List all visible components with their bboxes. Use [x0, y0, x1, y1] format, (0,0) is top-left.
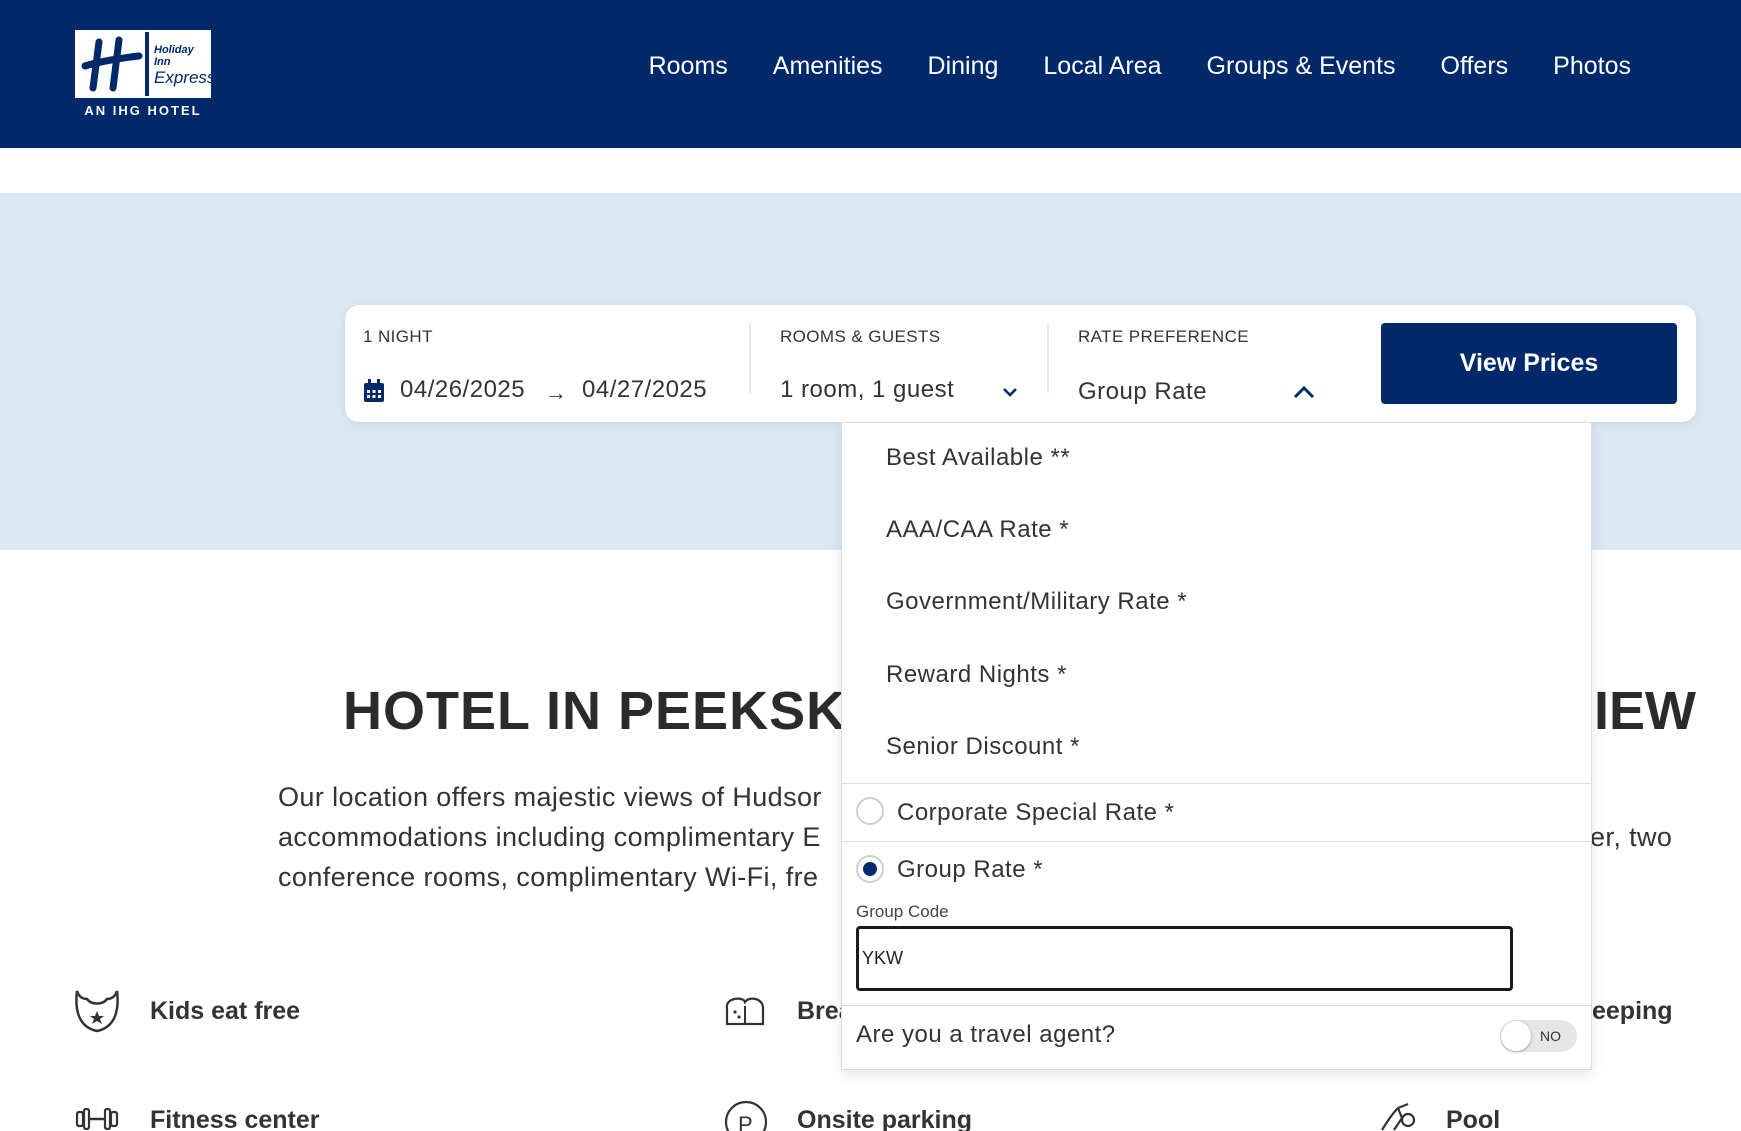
intro-paragraph-fragment: er, two	[1590, 822, 1673, 852]
amenity-fitness-center: Fitness center	[150, 1106, 320, 1131]
corporate-rate-label[interactable]: Corporate Special Rate *	[897, 799, 1174, 827]
rate-preference-label: RATE PREFERENCE	[1078, 327, 1249, 346]
logo-line2: Express	[154, 68, 216, 87]
site-header: Holiday Inn Express AN IHG HOTEL Rooms A…	[0, 0, 1741, 148]
divider	[842, 783, 1591, 784]
toggle-state-label: NO	[1540, 1028, 1561, 1044]
rate-option-senior-discount[interactable]: Senior Discount *	[886, 733, 1080, 761]
group-rate-radio[interactable]	[856, 855, 884, 883]
nav-photos[interactable]: Photos	[1553, 52, 1631, 81]
date-arrow-icon: →	[545, 380, 567, 405]
nav-local-area[interactable]: Local Area	[1043, 52, 1161, 81]
nav-offers[interactable]: Offers	[1441, 52, 1509, 81]
pool-swimmer-icon	[1378, 1102, 1418, 1131]
rate-preference-dropdown: Best Available ** AAA/CAA Rate * Governm…	[841, 422, 1592, 1070]
breakfast-bread-icon	[723, 994, 767, 1033]
checkout-date[interactable]: 04/27/2025	[582, 376, 707, 404]
travel-agent-question: Are you a travel agent?	[856, 1021, 1116, 1048]
logo-h-mark-icon	[77, 32, 145, 96]
rate-preference-select[interactable]: Group Rate	[1078, 378, 1207, 406]
logo-wordmark: Holiday Inn Express	[147, 32, 216, 96]
checkin-date[interactable]: 04/26/2025	[400, 376, 525, 404]
nights-label: 1 NIGHT	[363, 327, 433, 346]
logo-tagline: AN IHG HOTEL	[84, 103, 202, 118]
separator	[1047, 323, 1049, 393]
rate-option-reward-nights[interactable]: Reward Nights *	[886, 661, 1067, 689]
booking-widget: 1 NIGHT 04/26/2025 → 04/27/2025 ROOMS & …	[345, 305, 1696, 422]
divider	[842, 841, 1591, 842]
logo-line1: Holiday Inn	[154, 44, 194, 68]
group-code-label: Group Code	[856, 902, 949, 921]
chevron-up-icon[interactable]	[1293, 385, 1315, 404]
separator	[749, 323, 751, 393]
intro-paragraph-line: Our location offers majestic views of Hu…	[278, 782, 822, 812]
dumbbell-icon	[75, 1107, 119, 1131]
main-nav: Rooms Amenities Dining Local Area Groups…	[649, 52, 1631, 81]
intro-paragraph-line: conference rooms, complimentary Wi-Fi, f…	[278, 862, 819, 892]
amenity-onsite-parking: Onsite parking	[797, 1106, 973, 1131]
nav-dining[interactable]: Dining	[928, 52, 999, 81]
toggle-knob	[1501, 1021, 1531, 1051]
travel-agent-toggle[interactable]: NO	[1500, 1020, 1577, 1052]
amenity-pool: Pool	[1446, 1106, 1501, 1131]
kids-bib-icon	[73, 987, 121, 1038]
group-rate-label[interactable]: Group Rate *	[897, 856, 1043, 884]
nav-amenities[interactable]: Amenities	[773, 52, 883, 81]
page-title-continued: IEW	[1594, 681, 1696, 741]
view-prices-button[interactable]: View Prices	[1381, 323, 1677, 404]
nav-rooms[interactable]: Rooms	[649, 52, 728, 81]
rate-option-government-military[interactable]: Government/Military Rate *	[886, 588, 1187, 616]
divider	[842, 1005, 1591, 1006]
holiday-inn-express-logo[interactable]: Holiday Inn Express AN IHG HOTEL	[75, 30, 216, 122]
rate-option-aaa-caa[interactable]: AAA/CAA Rate *	[886, 516, 1069, 544]
nav-groups-events[interactable]: Groups & Events	[1207, 52, 1396, 81]
parking-icon: P	[724, 1100, 768, 1131]
intro-paragraph-line: accommodations including complimentary E	[278, 822, 821, 852]
rate-option-best-available[interactable]: Best Available **	[886, 444, 1070, 472]
calendar-icon[interactable]	[363, 379, 385, 403]
page-title: HOTEL IN PEEKSKIL	[343, 681, 897, 741]
logo-box: Holiday Inn Express	[75, 30, 216, 98]
rooms-guests-label: ROOMS & GUESTS	[780, 327, 941, 346]
amenity-kids-eat-free: Kids eat free	[150, 997, 301, 1025]
chevron-down-icon[interactable]	[1002, 385, 1018, 403]
group-code-input[interactable]	[856, 926, 1513, 991]
rooms-guests-select[interactable]: 1 room, 1 guest	[780, 376, 954, 404]
amenity-housekeeping: eeping	[1592, 997, 1673, 1025]
corporate-rate-radio[interactable]	[856, 797, 884, 825]
svg-text:P: P	[738, 1112, 753, 1131]
